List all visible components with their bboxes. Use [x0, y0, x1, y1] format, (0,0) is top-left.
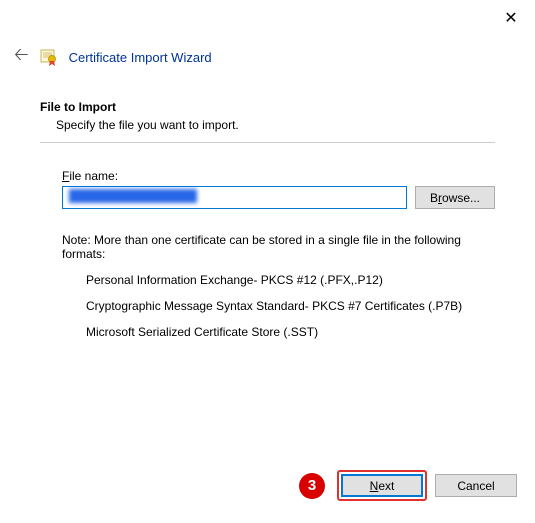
back-arrow-icon[interactable]: 🡠 [14, 42, 29, 72]
close-icon[interactable]: ✕ [501, 8, 521, 28]
filename-input[interactable]: C:\Certificates\user1.pfx [62, 186, 407, 209]
wizard-header: 🡠 Certificate Import Wizard [14, 42, 212, 72]
list-item: Cryptographic Message Syntax Standard- P… [86, 299, 495, 313]
content-area: File to Import Specify the file you want… [40, 100, 495, 351]
annotation-badge: 3 [299, 473, 325, 499]
browse-button[interactable]: Browse... [415, 186, 495, 209]
format-list: Personal Information Exchange- PKCS #12 … [86, 273, 495, 339]
list-item: Personal Information Exchange- PKCS #12 … [86, 273, 495, 287]
divider [40, 142, 495, 143]
next-button[interactable]: Next [341, 474, 423, 497]
next-highlight: Next [337, 470, 427, 501]
wizard-title: Certificate Import Wizard [69, 50, 212, 65]
list-item: Microsoft Serialized Certificate Store (… [86, 325, 495, 339]
cancel-button[interactable]: Cancel [435, 474, 517, 497]
filename-label: File name: [62, 169, 495, 183]
footer-buttons: 3 Next Cancel [299, 470, 517, 501]
section-title: File to Import [40, 100, 495, 114]
certificate-icon [39, 47, 59, 67]
section-description: Specify the file you want to import. [56, 118, 495, 132]
note-text: Note: More than one certificate can be s… [62, 233, 495, 261]
